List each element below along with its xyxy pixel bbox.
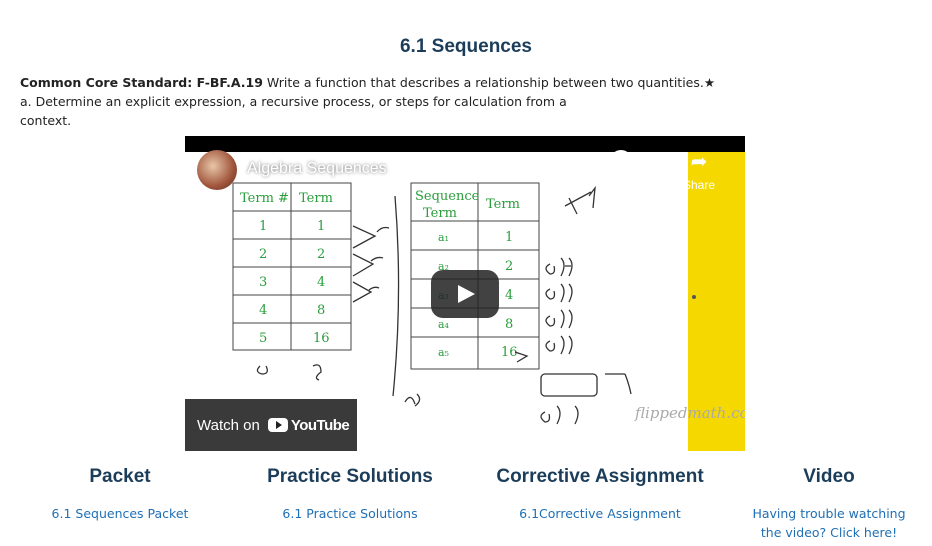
share-label: Share <box>682 178 716 192</box>
t1-r3c2: 4 <box>317 275 325 290</box>
t2-h1b: Term <box>423 206 457 221</box>
t2-r1c1: a₁ <box>438 231 449 244</box>
packet-link[interactable]: 6.1 Sequences Packet <box>40 504 200 523</box>
watch-later-button[interactable]: Watch later <box>593 150 649 210</box>
page-title: 6.1 Sequences <box>399 36 533 57</box>
corrective-assignment-section: Corrective Assignment 6.1Corrective Assi… <box>480 466 720 523</box>
video-section: Video Having trouble watching the video?… <box>744 466 914 542</box>
t1-r2c1: 2 <box>259 247 267 262</box>
standard-line-3: context. <box>20 113 72 128</box>
t1-r4c2: 8 <box>317 303 325 318</box>
standard-line-2: a. Determine an explicit expression, a r… <box>20 94 567 109</box>
t1-r1c1: 1 <box>259 219 267 234</box>
corrective-assignment-heading: Corrective Assignment <box>496 466 704 487</box>
t2-r4c2: 8 <box>505 317 513 332</box>
standard-description: Common Core Standard: F-BF.A.19 Write a … <box>20 73 760 130</box>
watermark: flippedmath.com <box>635 404 745 422</box>
t1-r2c2: 2 <box>317 247 325 262</box>
t1-r3c1: 3 <box>259 275 267 290</box>
play-button[interactable] <box>431 270 499 318</box>
t2-h2: Term <box>486 197 520 212</box>
standard-text: Write a function that describes a relati… <box>262 75 716 90</box>
packet-section: Packet 6.1 Sequences Packet <box>40 466 200 523</box>
t1-r5c2: 16 <box>313 331 330 346</box>
t2-h1: Sequence <box>415 189 480 204</box>
corrective-assignment-link[interactable]: 6.1Corrective Assignment <box>480 504 720 523</box>
standard-label: Common Core Standard: F-BF.A.19 <box>20 75 263 90</box>
watch-on-label: Watch on <box>197 416 260 434</box>
video-title[interactable]: Algebra Sequences <box>247 160 387 178</box>
practice-solutions-section: Practice Solutions 6.1 Practice Solution… <box>250 466 450 523</box>
practice-solutions-heading: Practice Solutions <box>267 466 433 487</box>
video-embed[interactable]: Term # Term 1 1 2 2 3 4 4 8 5 16 Sequenc… <box>185 136 745 451</box>
t2-r3c2: 4 <box>505 288 513 303</box>
clock-icon <box>610 150 632 172</box>
share-button[interactable]: ➦ Share <box>671 150 727 192</box>
watch-on-youtube-button[interactable]: Watch on YouTube <box>185 399 357 451</box>
t1-r1c2: 1 <box>317 219 325 234</box>
t1-r5c1: 5 <box>259 331 267 346</box>
t1-h1: Term # <box>240 191 289 206</box>
t1-r4c1: 4 <box>259 303 267 318</box>
channel-avatar[interactable] <box>197 150 237 190</box>
t1-h2: Term <box>299 191 333 206</box>
video-help-link[interactable]: Having trouble watching the video? Click… <box>744 504 914 542</box>
packet-heading: Packet <box>89 466 151 487</box>
watch-later-label: Watch later <box>604 182 638 210</box>
video-heading: Video <box>803 466 855 487</box>
youtube-logo: YouTube <box>267 417 350 434</box>
t2-r4c1: a₄ <box>438 318 450 331</box>
t2-r2c2: 2 <box>505 259 513 274</box>
t2-r5c1: a₅ <box>438 346 449 359</box>
youtube-icon <box>267 418 288 432</box>
t2-r1c2: 1 <box>505 230 513 245</box>
share-arrow-icon: ➦ <box>690 151 708 173</box>
practice-solutions-link[interactable]: 6.1 Practice Solutions <box>250 504 450 523</box>
